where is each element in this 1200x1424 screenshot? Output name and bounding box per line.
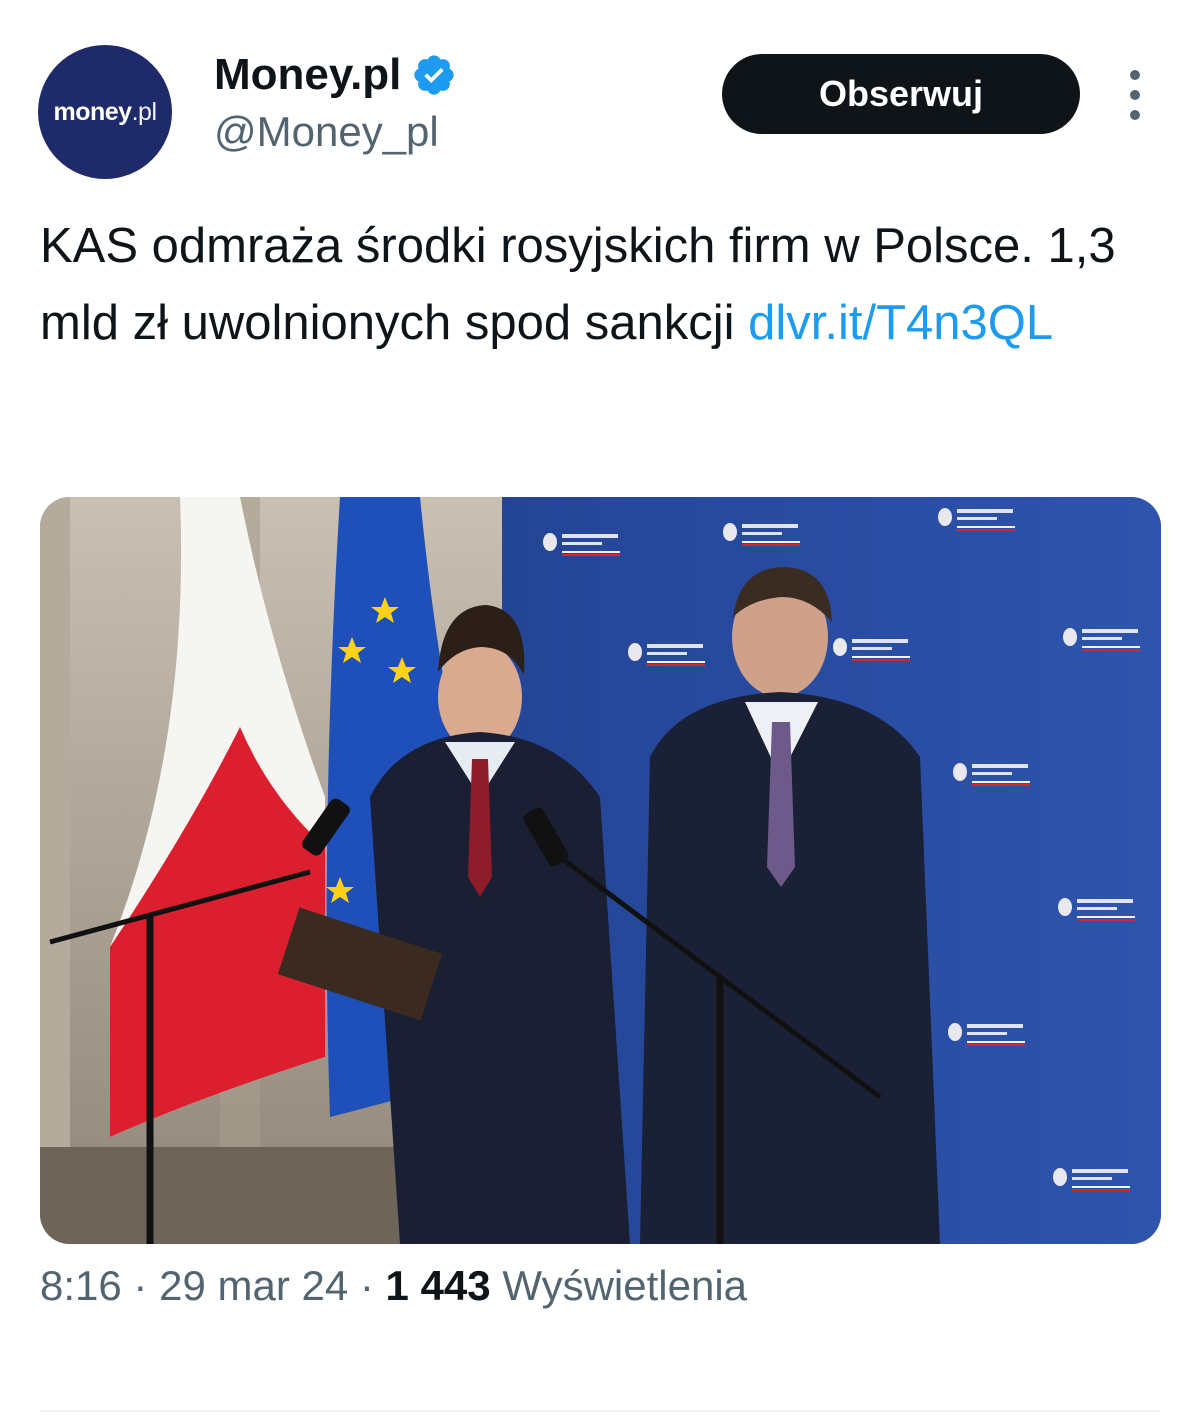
money-pl-logo: money.pl <box>53 97 157 126</box>
divider <box>40 1410 1160 1412</box>
tweet-photo[interactable] <box>40 497 1161 1244</box>
avatar[interactable]: money.pl <box>38 45 172 179</box>
meta-separator: · <box>359 1262 374 1309</box>
more-dot <box>1130 110 1140 120</box>
tweet-text: KAS odmraża środki rosyjskich firm w Pol… <box>40 208 1160 362</box>
author-name-row[interactable]: Money.pl <box>214 50 457 100</box>
display-name[interactable]: Money.pl <box>214 50 401 100</box>
tweet-time[interactable]: 8:16 <box>40 1262 122 1309</box>
tweet-date[interactable]: 29 mar 24 <box>159 1262 348 1309</box>
views-label: Wyświetlenia <box>502 1262 748 1309</box>
more-dot <box>1130 90 1140 100</box>
more-vertical-icon[interactable] <box>1120 70 1150 120</box>
more-dot <box>1130 70 1140 80</box>
follow-button[interactable]: Obserwuj <box>722 54 1080 134</box>
tweet-link[interactable]: dlvr.it/T4n3QL <box>748 296 1053 350</box>
author-handle[interactable]: @Money_pl <box>214 108 439 156</box>
verified-badge-icon <box>414 55 455 95</box>
views-count: 1 443 <box>385 1262 491 1309</box>
meta-separator: · <box>133 1262 148 1309</box>
press-conference-photo <box>40 497 1161 1244</box>
tweet-meta: 8:16 · 29 mar 24 · 1 443 Wyświetlenia <box>40 1262 747 1310</box>
